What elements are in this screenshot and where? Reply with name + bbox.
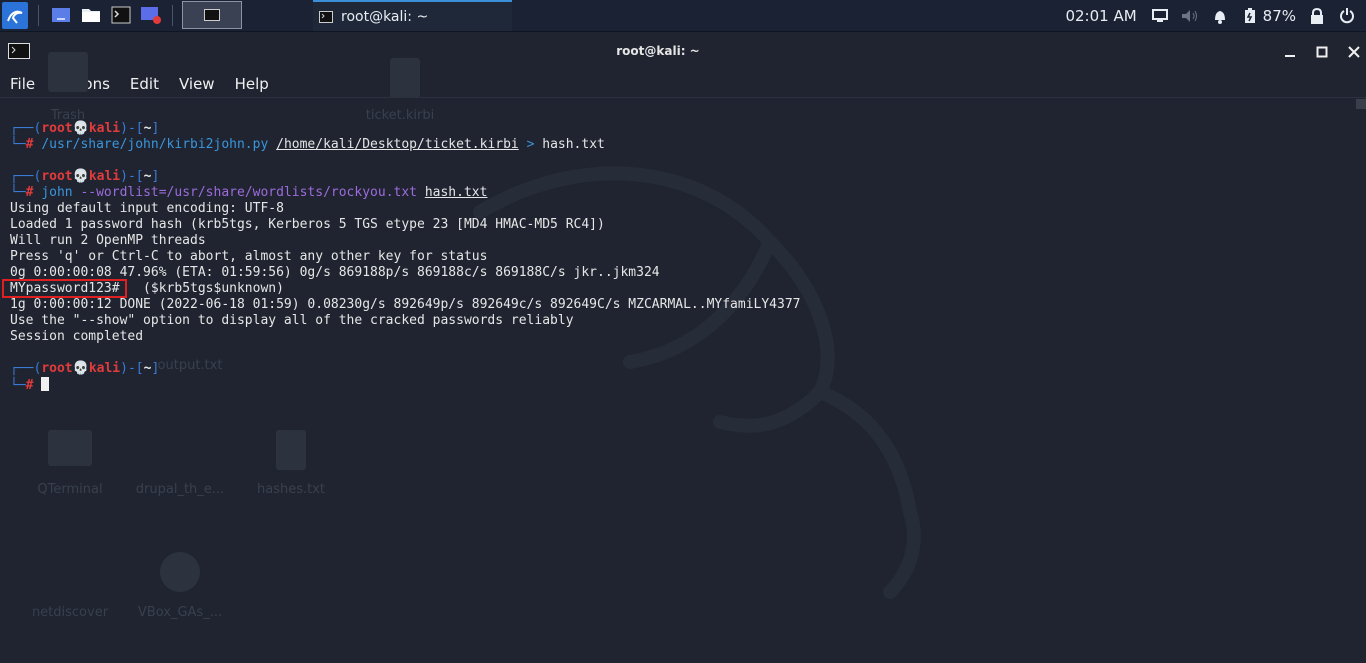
output-line: Press 'q' or Ctrl-C to abort, almost any…: [10, 249, 488, 264]
panel-separator: [38, 5, 39, 26]
command-executable: /usr/share/john/kirbi2john.py: [41, 137, 269, 152]
taskbar-item-label: root@kali: ~: [341, 8, 429, 25]
kali-menu-icon[interactable]: [2, 2, 28, 29]
display-icon[interactable]: [1149, 5, 1171, 27]
menu-file[interactable]: File: [0, 75, 45, 93]
menu-help[interactable]: Help: [225, 75, 279, 93]
command-executable: john: [41, 185, 73, 200]
minimize-button[interactable]: [1280, 42, 1300, 62]
output-line: Use the "--show" option to display all o…: [10, 313, 574, 328]
menu-view[interactable]: View: [169, 75, 225, 93]
menu-bar: File Actions Edit View Help: [0, 70, 279, 98]
panel-separator: [172, 5, 173, 26]
desktop-icon-label: VBox_GAs_...: [137, 605, 223, 620]
prompt-line: ┌──(root💀kali)-[~]: [10, 169, 160, 184]
workspace-switcher[interactable]: [182, 1, 242, 29]
output-line: Loaded 1 password hash (krb5tgs, Kerbero…: [10, 217, 605, 232]
window-title: root@kali: ~: [616, 44, 700, 58]
cracked-password: MYpassword123#: [10, 281, 120, 296]
command-line: └─#: [10, 377, 801, 393]
text-cursor: [41, 377, 50, 391]
lock-icon[interactable]: [1306, 5, 1328, 27]
close-button[interactable]: [1344, 42, 1364, 62]
file-icon: [276, 430, 306, 470]
disc-icon: [160, 552, 200, 592]
output-line: 0g 0:00:00:08 47.96% (ETA: 01:59:56) 0g/…: [10, 265, 660, 280]
terminal-output[interactable]: ┌──(root💀kali)-[~] └─# /usr/share/john/ki…: [10, 121, 801, 393]
desktop-icon-label: netdiscover: [31, 605, 109, 620]
output-line: Using default input encoding: UTF-8: [10, 201, 284, 216]
clock[interactable]: 02:01 AM: [1065, 7, 1136, 25]
maximize-button[interactable]: [1312, 42, 1332, 62]
prompt-line: ┌──(root💀kali)-[~]: [10, 361, 160, 376]
volume-icon[interactable]: [1179, 5, 1201, 27]
desktop-icon-label: hashes.txt: [256, 482, 325, 497]
command-argument: hash.txt: [424, 185, 488, 200]
window-titlebar[interactable]: root@kali: ~: [0, 32, 1366, 70]
battery-percentage: 87%: [1262, 6, 1296, 25]
top-panel: root@kali: ~ 02:01 AM 87%: [0, 0, 1366, 32]
screen-recorder-icon[interactable]: [140, 3, 162, 27]
terminal-icon: [48, 430, 92, 466]
terminal-icon[interactable]: [110, 3, 132, 27]
command-argument: /home/kali/Desktop/ticket.kirbi: [276, 137, 519, 152]
command-line: └─# john --wordlist=/usr/share/wordlists…: [10, 185, 488, 200]
output-line: Will run 2 OpenMP threads: [10, 233, 206, 248]
show-desktop-icon[interactable]: [50, 3, 72, 27]
terminal-icon: [319, 10, 333, 23]
menu-edit[interactable]: Edit: [120, 75, 169, 93]
command-option: --wordlist=/usr/share/wordlists/rockyou.…: [80, 185, 417, 200]
command-output-file: hash.txt: [542, 137, 605, 152]
power-icon[interactable]: [1336, 5, 1358, 27]
prompt-line: ┌──(root💀kali)-[~]: [10, 121, 160, 136]
file-icon: [390, 58, 420, 98]
battery-icon[interactable]: [1239, 5, 1261, 27]
file-manager-icon[interactable]: [80, 3, 102, 27]
workspace-icon: [204, 9, 220, 21]
notifications-icon[interactable]: [1209, 5, 1231, 27]
system-tray: 02:01 AM 87%: [1065, 0, 1366, 31]
output-line: Session completed: [10, 329, 144, 344]
cracked-line: MYpassword123# ($krb5tgs$unknown): [10, 281, 284, 296]
output-line: 1g 0:00:00:12 DONE (2022-06-18 01:59) 0.…: [10, 297, 801, 312]
desktop-icon-label: drupal_th_e...: [135, 482, 225, 497]
trash-icon: [48, 52, 88, 92]
command-line: └─# /usr/share/john/kirbi2john.py /home/…: [10, 137, 605, 152]
desktop-icon-label: QTerminal: [37, 482, 103, 497]
taskbar-item-terminal[interactable]: root@kali: ~: [313, 0, 512, 31]
scrollbar[interactable]: [1356, 99, 1366, 109]
